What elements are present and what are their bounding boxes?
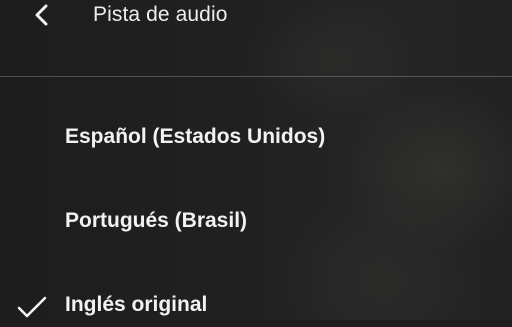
audio-track-option[interactable]: Español (Estados Unidos) — [0, 115, 512, 159]
back-button[interactable] — [26, 0, 58, 30]
audio-track-label: Inglés original — [65, 293, 208, 316]
audio-track-menu: Pista de audio Español (Estados Unidos) … — [0, 0, 512, 320]
menu-header: Pista de audio — [0, 0, 512, 77]
audio-track-label: Español (Estados Unidos) — [65, 125, 326, 148]
audio-track-option-selected[interactable]: Inglés original — [0, 283, 512, 327]
audio-track-option[interactable]: Portugués (Brasil) — [0, 199, 512, 243]
menu-title: Pista de audio — [93, 3, 228, 26]
chevron-left-icon — [35, 4, 48, 26]
checkmark-icon — [17, 296, 47, 318]
audio-track-label: Portugués (Brasil) — [65, 209, 248, 232]
